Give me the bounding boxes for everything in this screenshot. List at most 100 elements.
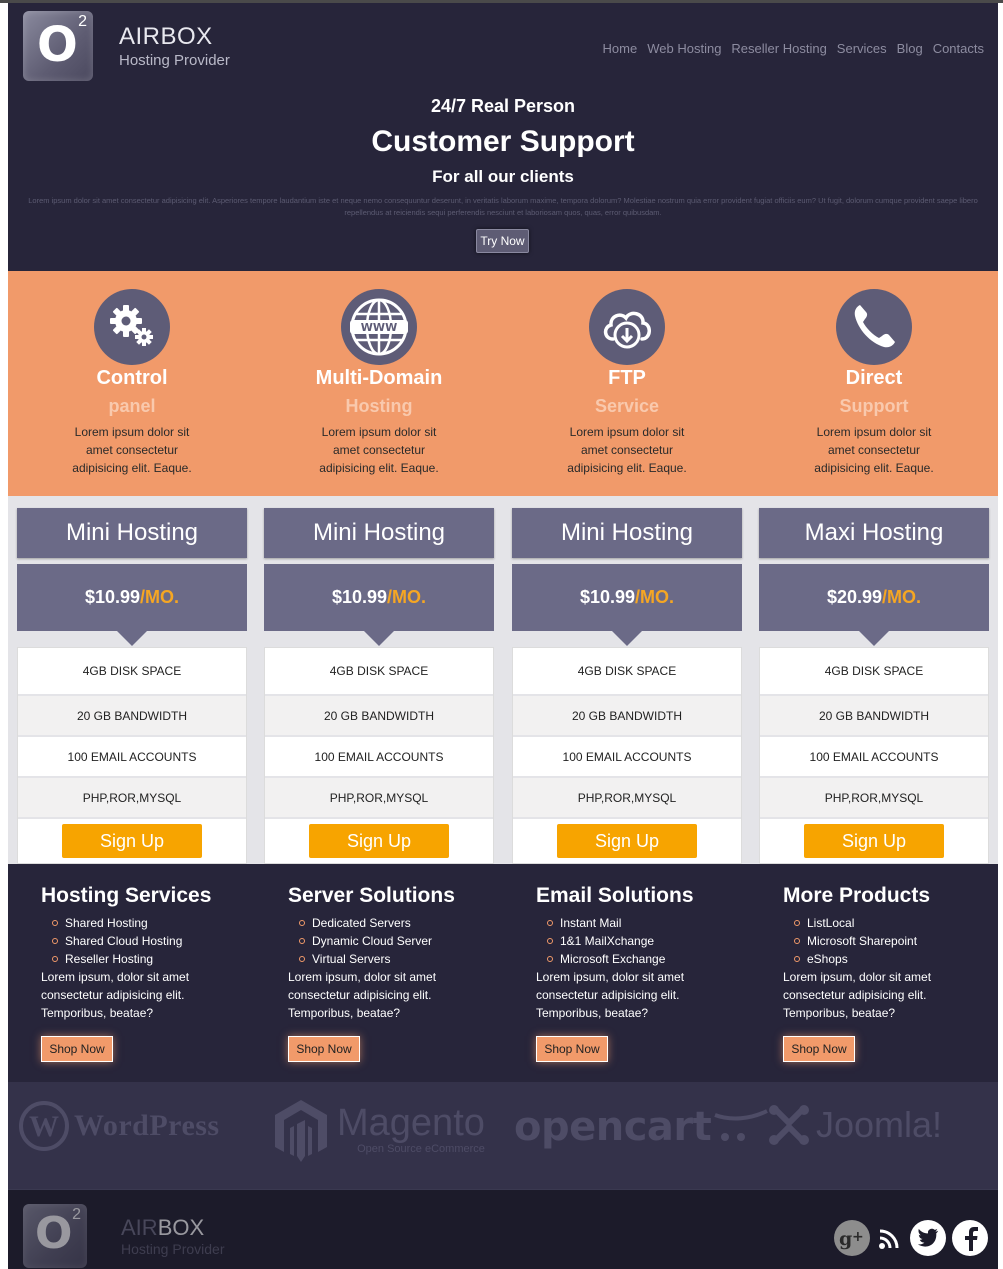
price-period: /MO. [635,587,675,607]
plan-feature: 4GB DISK SPACE [513,648,741,696]
main-nav: Home Web Hosting Reseller Hosting Servic… [603,41,984,56]
plan-card: Mini Hosting $10.99/MO. 4GB DISK SPACE 2… [512,508,742,864]
service-column: Hosting Services Shared Hosting Shared C… [41,884,251,1062]
feature-subtitle: Hosting [345,396,413,416]
partner-logos: W WordPress Magento Open Source eCommerc… [8,1082,998,1189]
price-amount: $10.99 [331,587,388,607]
service-item[interactable]: Instant Mail [546,914,746,932]
feature-ftp: FTP Service Lorem ipsum dolor sit amet c… [527,289,727,477]
service-item[interactable]: eShops [793,950,993,968]
price-amount: $10.99 [579,587,636,607]
phone-icon [836,289,912,365]
google-plus-icon[interactable]: g + [834,1220,870,1256]
sign-up-button[interactable]: Sign Up [557,824,697,858]
plan-feature: 4GB DISK SPACE [760,648,988,696]
feature-description: Lorem ipsum dolor sit amet consectetur a… [814,425,934,475]
service-item[interactable]: 1&1 MailXchange [546,932,746,950]
nav-web-hosting[interactable]: Web Hosting [647,41,721,56]
service-item[interactable]: Microsoft Sharepoint [793,932,993,950]
service-list: ListLocal Microsoft Sharepoint eShops [783,914,993,968]
sign-up-button[interactable]: Sign Up [62,824,202,858]
service-column: Server Solutions Dedicated Servers Dynam… [288,884,498,1062]
service-item[interactable]: Shared Cloud Hosting [51,932,251,950]
plan-card: Mini Hosting $10.99/MO. 4GB DISK SPACE 2… [264,508,494,864]
service-item[interactable]: Dedicated Servers [298,914,498,932]
features-section: Control panel Lorem ipsum dolor sit amet… [8,271,998,496]
plan-price: $10.99/MO. [17,564,247,646]
feature-subtitle: panel [108,396,156,416]
service-item[interactable]: Virtual Servers [298,950,498,968]
sign-up-button[interactable]: Sign Up [309,824,449,858]
price-amount: $20.99 [826,587,883,607]
nav-blog[interactable]: Blog [897,41,923,56]
service-item[interactable]: Reseller Hosting [51,950,251,968]
plan-feature: 100 EMAIL ACCOUNTS [513,737,741,778]
price-period: /MO. [387,587,427,607]
wordpress-logo: W WordPress [18,1100,220,1152]
plan-price: $10.99/MO. [264,564,494,646]
try-now-button[interactable]: Try Now [476,229,529,253]
plan-feature: PHP,ROR,MYSQL [265,778,493,819]
joomla-wordmark: Joomla! [816,1104,943,1145]
plan-features: 4GB DISK SPACE 20 GB BANDWIDTH 100 EMAIL… [17,647,247,864]
magento-tagline: Open Source eCommerce [357,1143,485,1155]
feature-multi-domain: WWW Multi-Domain Hosting Lorem ipsum dol… [279,289,479,477]
svg-text:+: + [852,1229,864,1245]
plan-feature: 20 GB BANDWIDTH [265,696,493,737]
service-column: More Products ListLocal Microsoft Sharep… [783,884,993,1062]
hero-title: Customer Support [371,125,635,158]
plan-card: Maxi Hosting $20.99/MO. 4GB DISK SPACE 2… [759,508,989,864]
sign-up-button[interactable]: Sign Up [804,824,944,858]
plan-name: Mini Hosting [264,508,494,558]
price-period: /MO. [882,587,922,607]
hero-subtitle: For all our clients [432,167,574,186]
facebook-icon[interactable] [952,1220,988,1256]
service-item[interactable]: ListLocal [793,914,993,932]
feature-title: Control [96,367,168,389]
shop-now-button[interactable]: Shop Now [783,1036,855,1062]
plan-feature: 100 EMAIL ACCOUNTS [265,737,493,778]
services-section: Hosting Services Shared Hosting Shared C… [8,864,998,1082]
joomla-logo: Joomla! [766,1102,942,1148]
nav-reseller-hosting[interactable]: Reseller Hosting [731,41,826,56]
feature-direct-support: Direct Support Lorem ipsum dolor sit ame… [774,289,974,477]
shop-now-button[interactable]: Shop Now [41,1036,113,1062]
service-list: Instant Mail 1&1 MailXchange Microsoft E… [536,914,746,968]
joomla-icon [769,1105,809,1145]
plan-features: 4GB DISK SPACE 20 GB BANDWIDTH 100 EMAIL… [759,647,989,864]
service-description: Lorem ipsum, dolor sit amet consectetur … [536,970,685,1020]
nav-contacts[interactable]: Contacts [933,41,984,56]
plan-features: 4GB DISK SPACE 20 GB BANDWIDTH 100 EMAIL… [512,647,742,864]
svg-text:W: W [29,1110,59,1143]
svg-text:g: g [839,1228,852,1250]
wordpress-wordmark: WordPress [74,1109,220,1142]
wordpress-icon: W [19,1101,69,1151]
rss-icon[interactable] [876,1220,904,1256]
twitter-icon[interactable] [910,1220,946,1256]
service-title: More Products [783,884,931,907]
plan-feature: 100 EMAIL ACCOUNTS [760,737,988,778]
shop-now-button[interactable]: Shop Now [536,1036,608,1062]
header: O 2 AIRBOX Hosting Provider Home Web Hos… [8,3,998,271]
brand-tagline: Hosting Provider [119,52,230,69]
service-list: Shared Hosting Shared Cloud Hosting Rese… [41,914,251,968]
globe-www-icon: WWW [341,289,417,365]
shop-now-button[interactable]: Shop Now [288,1036,360,1062]
plan-feature: 20 GB BANDWIDTH [513,696,741,737]
service-title: Email Solutions [536,884,694,907]
service-item[interactable]: Shared Hosting [51,914,251,932]
feature-control-panel: Control panel Lorem ipsum dolor sit amet… [32,289,232,477]
plan-feature: 4GB DISK SPACE [265,648,493,696]
plan-features: 4GB DISK SPACE 20 GB BANDWIDTH 100 EMAIL… [264,647,494,864]
footer-brand-part-b: BOX [157,1215,205,1240]
service-item[interactable]: Dynamic Cloud Server [298,932,498,950]
service-item[interactable]: Microsoft Exchange [546,950,746,968]
service-title: Server Solutions [288,884,455,907]
footer-logo[interactable]: O 2 AIRBOX Hosting Provider [23,1204,225,1268]
nav-services[interactable]: Services [837,41,887,56]
plan-price: $20.99/MO. [759,564,989,646]
service-column: Email Solutions Instant Mail 1&1 MailXch… [536,884,746,1062]
site-logo[interactable]: O 2 AIRBOX Hosting Provider [23,11,230,81]
nav-home[interactable]: Home [603,41,638,56]
plan-feature: 100 EMAIL ACCOUNTS [18,737,246,778]
